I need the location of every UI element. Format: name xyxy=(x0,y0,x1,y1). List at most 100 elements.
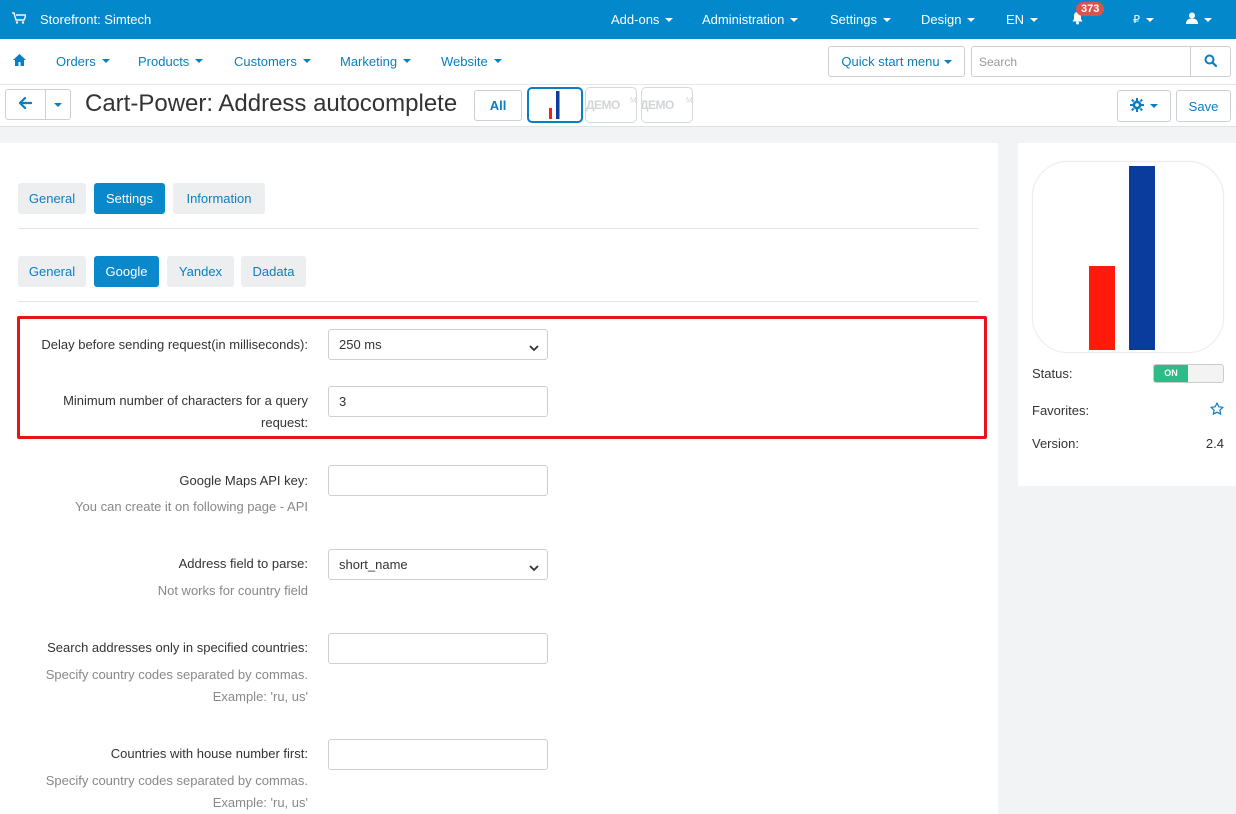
quick-start-menu-button[interactable]: Quick start menu xyxy=(828,46,965,77)
notifications-count: 373 xyxy=(1076,2,1105,16)
delay-select[interactable]: 250 ms xyxy=(328,329,548,360)
search-button[interactable] xyxy=(1190,47,1230,76)
caret-down-icon xyxy=(1150,104,1158,108)
api-key-hint: You can create it on following page - AP… xyxy=(75,499,308,514)
caret-down-icon xyxy=(943,59,952,64)
menu-label: Design xyxy=(921,12,962,27)
nav-label: Marketing xyxy=(340,53,398,69)
addon-settings-panel: General Settings Information General Goo… xyxy=(0,143,998,814)
tabs-divider xyxy=(18,228,978,229)
home-icon xyxy=(13,53,26,69)
all-addons-button[interactable]: All xyxy=(474,90,522,121)
home-link[interactable] xyxy=(13,39,26,83)
addon-info-sidebar: Status: ON Favorites: Version: 2.4 xyxy=(1018,143,1236,486)
version-label: Version: xyxy=(1032,435,1079,451)
house-number-example: Example: 'ru, us' xyxy=(212,795,308,810)
quick-start-label: Quick start menu xyxy=(841,54,940,69)
status-label: Status: xyxy=(1032,365,1073,381)
house-number-label: Countries with house number first: xyxy=(110,746,308,761)
nav-label: Website xyxy=(441,53,488,69)
subtab-general[interactable]: General xyxy=(18,256,86,287)
tab-settings[interactable]: Settings xyxy=(94,183,165,214)
house-number-hint: Specify country codes separated by comma… xyxy=(45,773,308,788)
countries-label: Search addresses only in specified count… xyxy=(47,640,308,655)
back-dropdown-button[interactable] xyxy=(46,90,70,119)
version-value: 2.4 xyxy=(1205,435,1224,451)
addon-thumbnail-demo[interactable]: ДЕМО МА xyxy=(641,87,693,123)
search-input[interactable] xyxy=(972,47,1190,76)
subtab-yandex[interactable]: Yandex xyxy=(167,256,234,287)
countries-input[interactable] xyxy=(328,633,548,664)
caret-down-icon xyxy=(54,102,62,107)
addon-thumbnail-demo[interactable]: ДЕМО МА xyxy=(585,87,637,123)
menu-administration[interactable]: Administration xyxy=(702,0,799,39)
save-button[interactable]: Save xyxy=(1176,90,1231,122)
house-number-input[interactable] xyxy=(328,739,548,770)
demo-suffix: МА xyxy=(686,96,693,105)
min-chars-input[interactable]: 3 xyxy=(328,386,548,417)
menu-user[interactable] xyxy=(1186,0,1212,39)
status-on: ON xyxy=(1154,364,1188,382)
min-chars-value: 3 xyxy=(339,394,347,409)
nav-label: Customers xyxy=(234,53,297,69)
menu-label: Add-ons xyxy=(611,12,660,27)
nav-customers[interactable]: Customers xyxy=(234,39,311,83)
parse-field-hint: Not works for country field xyxy=(157,583,308,598)
api-key-label: Google Maps API key: xyxy=(179,473,308,488)
star-icon[interactable] xyxy=(1210,401,1224,419)
caret-down-icon xyxy=(1030,17,1039,22)
menu-label: Administration xyxy=(702,12,785,27)
menu-settings[interactable]: Settings xyxy=(830,0,891,39)
chevron-down-icon xyxy=(529,560,539,575)
delay-label: Delay before sending request(in millisec… xyxy=(41,337,308,352)
parse-field-value: short_name xyxy=(339,557,408,572)
addon-thumbnail-active[interactable] xyxy=(527,87,583,123)
menu-label: Settings xyxy=(830,12,877,27)
subtab-dadata[interactable]: Dadata xyxy=(241,256,306,287)
title-bar: Cart-Power: Address autocomplete All ДЕМ… xyxy=(0,85,1236,127)
caret-down-icon xyxy=(1204,17,1212,22)
subtab-google[interactable]: Google xyxy=(94,256,159,287)
nav-label: Products xyxy=(138,53,190,69)
countries-example: Example: 'ru, us' xyxy=(212,689,308,704)
demo-label: ДЕМО xyxy=(586,98,620,112)
demo-suffix: МА xyxy=(630,96,637,105)
caret-down-icon xyxy=(967,17,976,22)
version-row: Version: 2.4 xyxy=(1032,432,1224,454)
nav-products[interactable]: Products xyxy=(138,39,204,83)
status-row: Status: ON xyxy=(1032,362,1224,384)
min-chars-label-cont: request: xyxy=(261,415,308,430)
chevron-down-icon xyxy=(529,340,539,355)
settings-dropdown-button[interactable] xyxy=(1117,90,1171,122)
addon-logo xyxy=(1032,161,1224,353)
nav-marketing[interactable]: Marketing xyxy=(340,39,412,83)
user-icon xyxy=(1186,12,1198,27)
status-toggle[interactable]: ON xyxy=(1153,363,1224,383)
caret-down-icon xyxy=(493,59,502,63)
menu-currency[interactable]: ₽ xyxy=(1133,0,1154,39)
min-chars-label: Minimum number of characters for a query xyxy=(63,393,308,408)
countries-hint: Specify country codes separated by comma… xyxy=(45,667,308,682)
parse-field-label: Address field to parse: xyxy=(178,556,308,571)
nav-website[interactable]: Website xyxy=(441,39,502,83)
favorites-row: Favorites: xyxy=(1032,399,1224,421)
menu-design[interactable]: Design xyxy=(921,0,976,39)
demo-label: ДЕМО xyxy=(641,98,674,112)
subtabs-divider xyxy=(18,301,978,302)
addon-logo-icon xyxy=(1089,166,1155,350)
nav-orders[interactable]: Orders xyxy=(56,39,110,83)
tab-information[interactable]: Information xyxy=(173,183,265,214)
caret-down-icon xyxy=(790,17,799,22)
storefront-link[interactable]: Storefront: Simtech xyxy=(12,0,151,39)
caret-down-icon xyxy=(403,59,412,63)
top-bar: Storefront: Simtech Add-ons Administrati… xyxy=(0,0,1236,39)
caret-down-icon xyxy=(665,17,674,22)
caret-down-icon xyxy=(1146,17,1154,22)
menu-language[interactable]: EN xyxy=(1006,0,1039,39)
api-key-input[interactable] xyxy=(328,465,548,496)
tab-general[interactable]: General xyxy=(18,183,86,214)
back-button[interactable] xyxy=(6,90,46,119)
menu-addons[interactable]: Add-ons xyxy=(611,0,674,39)
storefront-name: Storefront: Simtech xyxy=(40,12,152,27)
parse-field-select[interactable]: short_name xyxy=(328,549,548,580)
